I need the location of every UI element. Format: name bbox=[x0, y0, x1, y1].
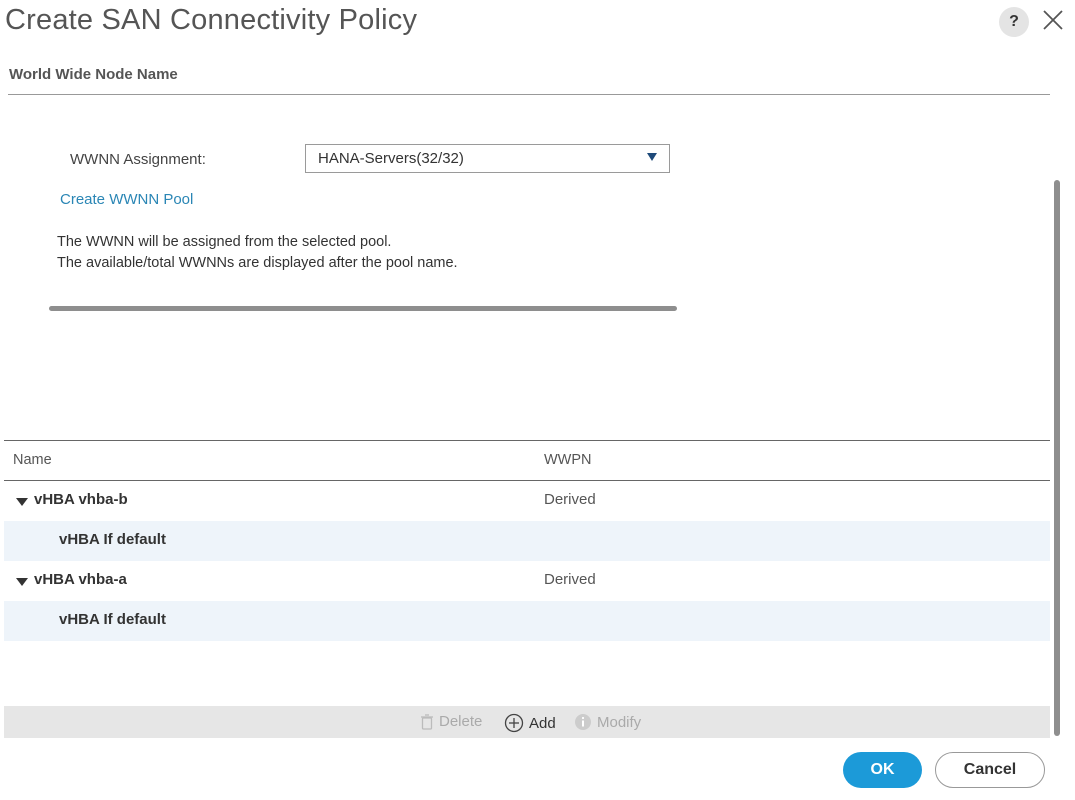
section-divider bbox=[8, 94, 1050, 95]
info-text-line-2: The available/total WWNNs are displayed … bbox=[57, 255, 458, 271]
modify-button[interactable]: Modify bbox=[574, 713, 641, 731]
delete-button[interactable]: Delete bbox=[420, 713, 482, 730]
chevron-down-icon bbox=[647, 153, 657, 161]
create-wwnn-pool-link[interactable]: Create WWNN Pool bbox=[60, 191, 193, 208]
expand-caret-icon[interactable] bbox=[16, 498, 28, 506]
section-title: World Wide Node Name bbox=[9, 66, 178, 83]
ok-button[interactable]: OK bbox=[843, 752, 922, 788]
wwnn-assignment-select[interactable]: HANA-Servers(32/32) bbox=[305, 144, 670, 173]
wwnn-selected-value: HANA-Servers(32/32) bbox=[318, 150, 464, 167]
table-row[interactable]: vHBA vhba-a Derived bbox=[4, 561, 1050, 601]
row-name: vHBA If default bbox=[59, 531, 166, 548]
add-label: Add bbox=[529, 714, 556, 732]
dialog-title: Create SAN Connectivity Policy bbox=[5, 4, 418, 36]
info-text-line-1: The WWNN will be assigned from the selec… bbox=[57, 234, 392, 250]
row-wwpn: Derived bbox=[544, 571, 596, 588]
row-name: vHBA vhba-a bbox=[34, 571, 127, 588]
table-row[interactable]: vHBA vhba-b Derived bbox=[4, 481, 1050, 521]
row-name: vHBA vhba-b bbox=[34, 491, 128, 508]
vhba-table: Name WWPN vHBA vhba-b Derived vHBA If de… bbox=[4, 440, 1050, 641]
close-button[interactable] bbox=[1040, 7, 1066, 33]
trash-icon bbox=[421, 713, 433, 730]
table-row[interactable]: vHBA If default bbox=[4, 601, 1050, 641]
add-button[interactable]: Add bbox=[504, 713, 556, 733]
vertical-scrollbar[interactable] bbox=[1054, 180, 1060, 736]
table-row[interactable]: vHBA If default bbox=[4, 521, 1050, 561]
help-button[interactable]: ? bbox=[999, 7, 1029, 37]
row-name: vHBA If default bbox=[59, 611, 166, 628]
plus-circle-icon bbox=[504, 713, 524, 733]
column-header-wwpn[interactable]: WWPN bbox=[544, 452, 592, 468]
delete-label: Delete bbox=[439, 713, 483, 730]
table-toolbar: Delete Add Modify bbox=[4, 706, 1050, 738]
table-header: Name WWPN bbox=[4, 440, 1050, 481]
expand-caret-icon[interactable] bbox=[16, 578, 28, 586]
close-icon bbox=[1043, 10, 1063, 30]
row-wwpn: Derived bbox=[544, 491, 596, 508]
info-circle-icon bbox=[575, 714, 591, 730]
modify-label: Modify bbox=[597, 713, 642, 731]
wwnn-assignment-label: WWNN Assignment: bbox=[70, 151, 206, 168]
column-header-name[interactable]: Name bbox=[13, 452, 52, 468]
cancel-button[interactable]: Cancel bbox=[935, 752, 1045, 788]
horizontal-scrollbar[interactable] bbox=[49, 306, 677, 311]
